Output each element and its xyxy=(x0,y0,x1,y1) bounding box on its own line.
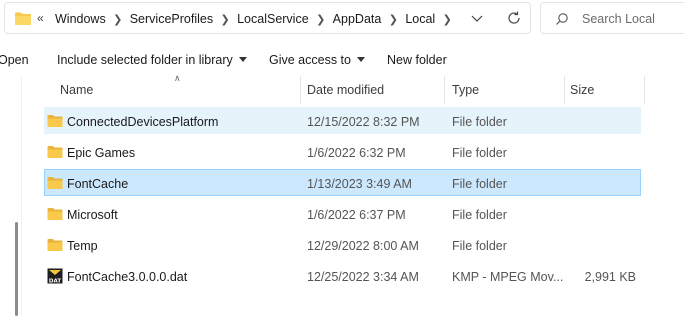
search-icon xyxy=(556,13,568,25)
search-placeholder: Search Local xyxy=(582,12,655,26)
file-size: 2,991 KB xyxy=(584,270,636,284)
chevron-right-icon[interactable]: ❯ xyxy=(213,13,237,26)
refresh-icon[interactable] xyxy=(505,9,523,27)
file-name: FontCache xyxy=(67,177,129,191)
file-type: File folder xyxy=(452,115,507,129)
command-bar: Open Include selected folder in library … xyxy=(0,44,684,76)
open-button[interactable]: Open xyxy=(0,53,29,67)
dat-file-icon: DAT xyxy=(47,268,63,284)
include-in-library-button[interactable]: Include selected folder in library xyxy=(57,53,247,67)
file-date-modified: 12/29/2022 8:00 AM xyxy=(307,239,419,253)
navigation-pane-edge xyxy=(0,76,22,316)
crumb-windows[interactable]: Windows xyxy=(55,12,106,26)
new-folder-button[interactable]: New folder xyxy=(387,53,447,67)
column-divider[interactable] xyxy=(564,76,565,104)
column-divider[interactable] xyxy=(444,76,445,104)
file-row[interactable]: Temp 12/29/2022 8:00 AM File folder xyxy=(44,231,641,258)
crumb-local[interactable]: Local xyxy=(405,12,435,26)
file-date-modified: 1/6/2022 6:37 PM xyxy=(307,208,406,222)
chevron-down-icon[interactable] xyxy=(470,11,484,25)
caret-down-icon xyxy=(356,57,365,62)
file-row[interactable]: ConnectedDevicesPlatform 12/15/2022 8:32 … xyxy=(44,107,641,134)
file-date-modified: 1/6/2022 6:32 PM xyxy=(307,146,406,160)
folder-icon xyxy=(47,144,63,160)
column-date-modified[interactable]: Date modified xyxy=(307,83,384,97)
file-list: ConnectedDevicesPlatform 12/15/2022 8:32 … xyxy=(44,107,641,293)
column-name[interactable]: Name xyxy=(60,83,93,97)
give-access-label: Give access to xyxy=(269,53,351,67)
file-date-modified: 1/13/2023 3:49 AM xyxy=(307,177,412,191)
crumb-localservice[interactable]: LocalService xyxy=(237,12,309,26)
file-name: Epic Games xyxy=(67,146,136,160)
column-header: ∧ Name Date modified Type Size xyxy=(44,73,684,104)
file-name: ConnectedDevicesPlatform xyxy=(67,115,219,129)
crumb-appdata[interactable]: AppData xyxy=(333,12,382,26)
folder-icon xyxy=(47,237,63,253)
file-row[interactable]: DAT FontCache3.0.0.0.dat 12/25/2022 3:34 A… xyxy=(44,262,641,289)
folder-icon xyxy=(47,175,63,191)
chevron-right-icon[interactable]: ❯ xyxy=(435,13,459,26)
give-access-button[interactable]: Give access to xyxy=(269,53,365,67)
file-name: Microsoft xyxy=(67,208,118,222)
column-size[interactable]: Size xyxy=(570,83,594,97)
chevron-right-icon[interactable]: ❯ xyxy=(106,13,130,26)
column-divider[interactable] xyxy=(300,76,301,104)
breadcrumb-overflow[interactable]: « xyxy=(37,11,44,25)
file-type: KMP - MPEG Mov... xyxy=(452,270,564,284)
folder-icon xyxy=(47,113,63,129)
file-name: Temp xyxy=(67,239,98,253)
caret-down-icon xyxy=(238,57,247,62)
svg-text:DAT: DAT xyxy=(49,278,61,284)
file-type: File folder xyxy=(452,239,507,253)
column-divider[interactable] xyxy=(644,76,645,104)
chevron-right-icon[interactable]: ❯ xyxy=(309,13,333,26)
file-type: File folder xyxy=(452,177,507,191)
column-type[interactable]: Type xyxy=(452,83,479,97)
folder-icon xyxy=(15,12,31,25)
include-in-library-label: Include selected folder in library xyxy=(57,53,233,67)
address-bar[interactable]: « Windows ❯ ServiceProfiles ❯ LocalServi… xyxy=(4,2,531,34)
sort-ascending-icon: ∧ xyxy=(174,73,181,83)
search-input[interactable]: Search Local xyxy=(540,2,684,34)
folder-icon xyxy=(47,206,63,222)
file-name: FontCache3.0.0.0.dat xyxy=(67,270,188,284)
file-date-modified: 12/25/2022 3:34 AM xyxy=(307,270,419,284)
file-row[interactable]: FontCache 1/13/2023 3:49 AM File folder xyxy=(44,169,641,196)
nav-scrollbar[interactable] xyxy=(15,222,18,316)
chevron-right-icon[interactable]: ❯ xyxy=(381,13,405,26)
file-row[interactable]: Microsoft 1/6/2022 6:37 PM File folder xyxy=(44,200,641,227)
file-row[interactable]: Epic Games 1/6/2022 6:32 PM File folder xyxy=(44,138,641,165)
file-type: File folder xyxy=(452,208,507,222)
breadcrumb: Windows ❯ ServiceProfiles ❯ LocalService… xyxy=(55,12,459,26)
file-date-modified: 12/15/2022 8:32 PM xyxy=(307,115,420,129)
crumb-serviceprofiles[interactable]: ServiceProfiles xyxy=(130,12,213,26)
file-type: File folder xyxy=(452,146,507,160)
